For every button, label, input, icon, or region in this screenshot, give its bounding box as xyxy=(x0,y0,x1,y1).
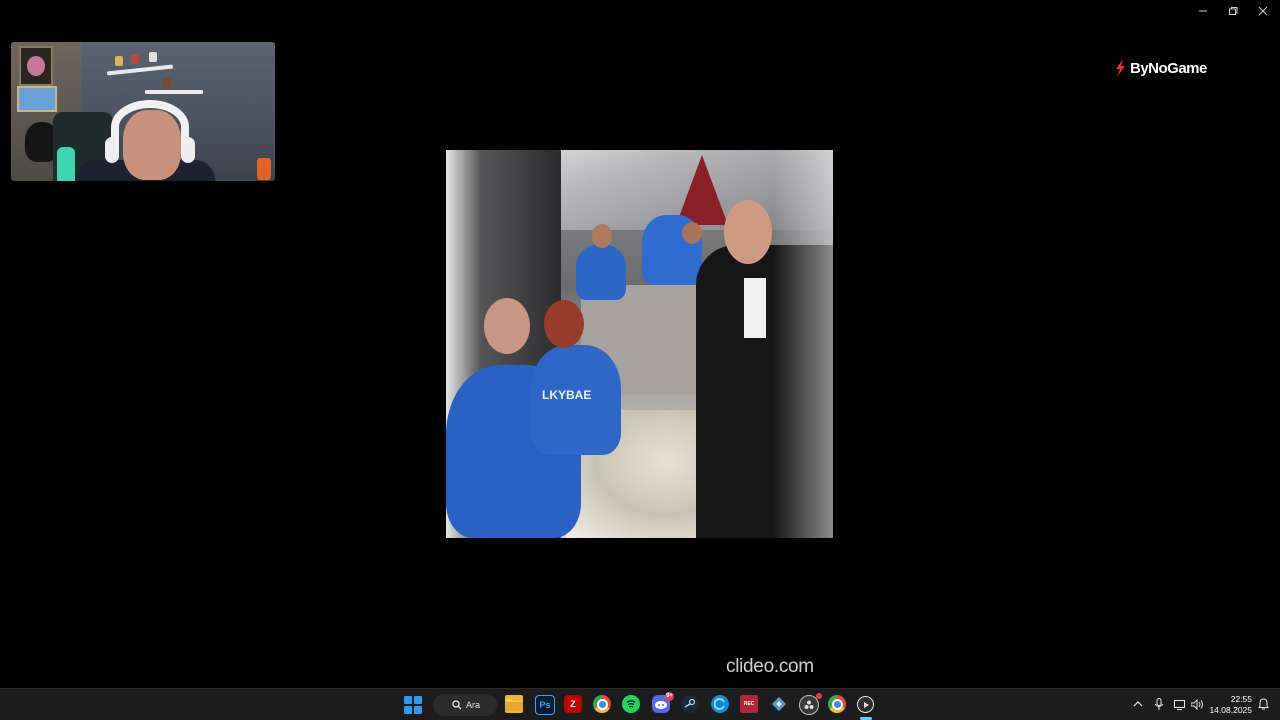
play-icon[interactable] xyxy=(857,696,874,713)
logo-text: ByNoGame xyxy=(1130,59,1207,77)
video-person-head xyxy=(592,224,612,248)
bynogame-mark-icon xyxy=(1116,59,1125,77)
clock-time: 22:55 xyxy=(1230,694,1252,704)
figurine xyxy=(163,78,171,88)
video-jacket-text: LKYBAE xyxy=(542,388,592,402)
network-icon[interactable] xyxy=(1173,697,1187,711)
shelf xyxy=(145,90,203,94)
app-icon[interactable] xyxy=(770,695,788,713)
video-shirt xyxy=(744,278,766,338)
discord-icon[interactable]: 9+ xyxy=(652,692,674,713)
notification-icon[interactable] xyxy=(1256,697,1270,711)
headphones xyxy=(181,137,195,163)
close-icon[interactable] xyxy=(1248,0,1278,22)
windows-logo-icon xyxy=(404,706,412,714)
notification-dot xyxy=(816,693,822,699)
photoshop-icon[interactable]: Ps xyxy=(535,695,555,715)
poster-frame xyxy=(17,86,57,112)
windows-logo-icon xyxy=(414,706,422,714)
obs-icon[interactable] xyxy=(799,693,822,715)
video-red-panel xyxy=(676,155,728,225)
chrome-icon[interactable] xyxy=(593,695,611,713)
browser-icon[interactable] xyxy=(711,695,729,713)
discord-badge: 9+ xyxy=(665,692,674,701)
taskbar-search[interactable]: Ara xyxy=(433,694,497,716)
figurine xyxy=(149,52,157,62)
app-icon[interactable]: REC xyxy=(740,695,758,713)
filezilla-icon[interactable]: Z xyxy=(564,695,582,713)
chrome-icon[interactable] xyxy=(828,695,846,713)
video-person xyxy=(576,245,626,300)
headphones xyxy=(111,100,189,154)
chevron-up-icon[interactable] xyxy=(1131,697,1145,711)
video-person-head xyxy=(484,298,530,354)
search-icon xyxy=(452,700,462,710)
clock-date: 14.08.2025 xyxy=(1209,705,1252,715)
minimize-icon[interactable] xyxy=(1188,0,1218,22)
figurine xyxy=(131,54,139,64)
windows-logo-icon xyxy=(414,696,422,704)
taskbar-clock[interactable]: 22:55 14.08.2025 xyxy=(1206,694,1252,716)
spotify-icon[interactable] xyxy=(622,695,640,713)
bynogame-logo: ByNoGame xyxy=(1114,59,1207,77)
clideo-watermark: clideo.com xyxy=(726,656,814,677)
windows-logo-icon xyxy=(404,696,412,704)
microphone-icon[interactable] xyxy=(1152,697,1166,711)
video-person-head xyxy=(544,300,584,348)
search-label: Ara xyxy=(466,700,481,710)
webcam-overlay xyxy=(11,42,275,181)
figurine xyxy=(115,56,123,66)
folder-icon[interactable] xyxy=(505,695,523,713)
headphones xyxy=(105,137,119,163)
video-person-head xyxy=(682,222,702,244)
video-person-head xyxy=(724,200,772,264)
volume-icon[interactable] xyxy=(1190,697,1204,711)
drink-can xyxy=(257,158,271,180)
video-frame[interactable]: LKYBAE xyxy=(446,150,833,538)
taskbar: Ara Ps Z 9+ REC 22:55 14.08.2025 xyxy=(0,688,1280,720)
shelf xyxy=(106,64,174,76)
poster-frame xyxy=(19,46,53,86)
restore-icon[interactable] xyxy=(1218,0,1248,22)
steam-icon[interactable] xyxy=(681,695,699,713)
windows-start-button[interactable] xyxy=(404,696,422,714)
video-light xyxy=(773,150,833,538)
